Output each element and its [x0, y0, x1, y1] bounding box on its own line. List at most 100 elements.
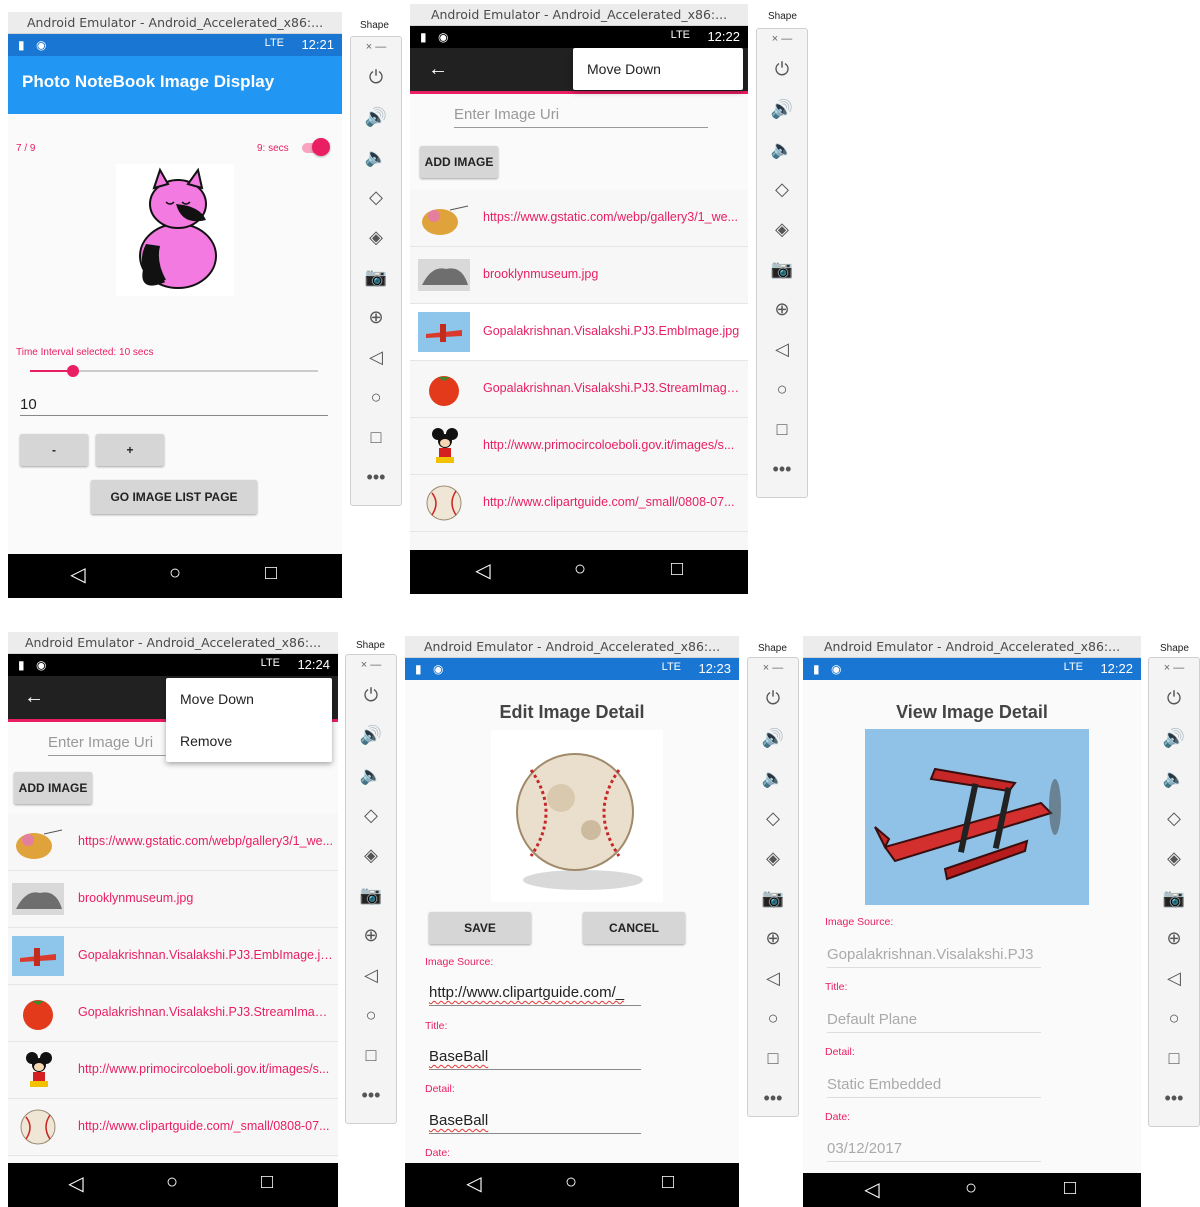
more-icon[interactable]: •••: [346, 1075, 396, 1115]
nav-back-icon[interactable]: ◁: [459, 1171, 489, 1196]
list-item[interactable]: Gopalakrishnan.Visalakshi.PJ3.StreamImag…: [410, 361, 748, 418]
toolbar-close-minimize[interactable]: × —: [351, 37, 401, 57]
nav-home-icon[interactable]: ○: [565, 558, 595, 581]
menu-item-move-down[interactable]: Move Down: [573, 48, 743, 90]
nav-back-icon[interactable]: ◁: [61, 1171, 91, 1196]
overview-icon[interactable]: □: [1149, 1038, 1199, 1078]
list-item[interactable]: https://www.gstatic.com/webp/gallery3/1_…: [8, 814, 338, 871]
nav-home-icon[interactable]: ○: [157, 1171, 187, 1194]
nav-back-icon[interactable]: ◁: [63, 562, 93, 587]
rotate-left-icon[interactable]: ◇: [757, 169, 807, 209]
back-arrow-icon[interactable]: ←: [428, 58, 448, 81]
menu-item-remove[interactable]: Remove: [166, 720, 332, 762]
volume-down-icon[interactable]: 🔈: [1149, 758, 1199, 798]
more-icon[interactable]: •••: [748, 1078, 798, 1118]
rotate-right-icon[interactable]: ◈: [351, 217, 401, 257]
rotate-left-icon[interactable]: ◇: [748, 798, 798, 838]
interval-slider[interactable]: [30, 364, 318, 378]
overview-icon[interactable]: □: [351, 417, 401, 457]
more-icon[interactable]: •••: [757, 449, 807, 489]
volume-up-icon[interactable]: 🔊: [757, 89, 807, 129]
nav-home-icon[interactable]: ○: [556, 1171, 586, 1194]
camera-icon[interactable]: 📷: [748, 878, 798, 918]
image-source-field[interactable]: http://www.clipartguide.com/_: [429, 984, 641, 1006]
list-item[interactable]: brooklynmuseum.jpg: [8, 871, 338, 928]
toolbar-close-minimize[interactable]: × —: [346, 655, 396, 675]
volume-up-icon[interactable]: 🔊: [346, 715, 396, 755]
back-icon[interactable]: ◁: [757, 329, 807, 369]
overview-icon[interactable]: □: [346, 1035, 396, 1075]
menu-item-move-down[interactable]: Move Down: [166, 678, 332, 720]
volume-down-icon[interactable]: 🔈: [351, 137, 401, 177]
more-icon[interactable]: •••: [351, 457, 401, 497]
home-icon[interactable]: ○: [748, 998, 798, 1038]
power-icon[interactable]: ⏻: [1149, 678, 1199, 718]
overview-icon[interactable]: □: [748, 1038, 798, 1078]
home-icon[interactable]: ○: [351, 377, 401, 417]
zoom-icon[interactable]: ⊕: [346, 915, 396, 955]
rotate-left-icon[interactable]: ◇: [351, 177, 401, 217]
toolbar-close-minimize[interactable]: × —: [1149, 658, 1199, 678]
nav-recent-icon[interactable]: □: [256, 562, 286, 585]
zoom-icon[interactable]: ⊕: [1149, 918, 1199, 958]
home-icon[interactable]: ○: [346, 995, 396, 1035]
volume-up-icon[interactable]: 🔊: [748, 718, 798, 758]
list-item[interactable]: Gopalakrishnan.Visalakshi.PJ3.StreamImag…: [8, 985, 338, 1042]
camera-icon[interactable]: 📷: [346, 875, 396, 915]
interval-entry[interactable]: 10: [20, 396, 328, 416]
volume-up-icon[interactable]: 🔊: [1149, 718, 1199, 758]
back-icon[interactable]: ◁: [351, 337, 401, 377]
camera-icon[interactable]: 📷: [757, 249, 807, 289]
volume-up-icon[interactable]: 🔊: [351, 97, 401, 137]
minus-button[interactable]: -: [20, 434, 88, 466]
power-icon[interactable]: ⏻: [757, 49, 807, 89]
list-item[interactable]: Gopalakrishnan.Visalakshi.PJ3.EmbImage.j…: [410, 304, 748, 361]
home-icon[interactable]: ○: [1149, 998, 1199, 1038]
back-icon[interactable]: ◁: [346, 955, 396, 995]
back-icon[interactable]: ◁: [1149, 958, 1199, 998]
image-uri-input[interactable]: Enter Image Uri: [48, 734, 166, 756]
camera-icon[interactable]: 📷: [351, 257, 401, 297]
rotate-right-icon[interactable]: ◈: [346, 835, 396, 875]
list-item[interactable]: http://www.primocircoloeboli.gov.it/imag…: [410, 418, 748, 475]
rotate-right-icon[interactable]: ◈: [757, 209, 807, 249]
power-icon[interactable]: ⏻: [351, 57, 401, 97]
nav-home-icon[interactable]: ○: [160, 562, 190, 585]
camera-icon[interactable]: 📷: [1149, 878, 1199, 918]
list-item[interactable]: Gopalakrishnan.Visalakshi.PJ3.EmbImage.j…: [8, 928, 338, 985]
rotate-right-icon[interactable]: ◈: [748, 838, 798, 878]
zoom-icon[interactable]: ⊕: [757, 289, 807, 329]
list-item[interactable]: brooklynmuseum.jpg: [410, 247, 748, 304]
nav-recent-icon[interactable]: □: [653, 1171, 683, 1194]
list-item[interactable]: http://www.clipartguide.com/_small/0808-…: [8, 1099, 338, 1156]
power-icon[interactable]: ⏻: [748, 678, 798, 718]
back-arrow-icon[interactable]: ←: [24, 686, 44, 709]
power-icon[interactable]: ⏻: [346, 675, 396, 715]
volume-down-icon[interactable]: 🔈: [748, 758, 798, 798]
more-icon[interactable]: •••: [1149, 1078, 1199, 1118]
toolbar-close-minimize[interactable]: × —: [757, 29, 807, 49]
home-icon[interactable]: ○: [757, 369, 807, 409]
save-button[interactable]: SAVE: [429, 912, 531, 944]
rotate-right-icon[interactable]: ◈: [1149, 838, 1199, 878]
nav-recent-icon[interactable]: □: [1055, 1177, 1085, 1200]
volume-down-icon[interactable]: 🔈: [757, 129, 807, 169]
nav-recent-icon[interactable]: □: [662, 558, 692, 581]
toolbar-close-minimize[interactable]: × —: [748, 658, 798, 678]
detail-field[interactable]: BaseBall: [429, 1112, 641, 1134]
list-item[interactable]: https://www.gstatic.com/webp/gallery3/1_…: [410, 190, 748, 247]
zoom-icon[interactable]: ⊕: [748, 918, 798, 958]
zoom-icon[interactable]: ⊕: [351, 297, 401, 337]
nav-back-icon[interactable]: ◁: [468, 558, 498, 583]
nav-home-icon[interactable]: ○: [956, 1177, 986, 1200]
volume-down-icon[interactable]: 🔈: [346, 755, 396, 795]
image-uri-input[interactable]: Enter Image Uri: [454, 106, 708, 128]
plus-button[interactable]: +: [96, 434, 164, 466]
nav-recent-icon[interactable]: □: [252, 1171, 282, 1194]
add-image-button[interactable]: ADD IMAGE: [14, 772, 92, 804]
nav-back-icon[interactable]: ◁: [857, 1177, 887, 1202]
go-image-list-button[interactable]: GO IMAGE LIST PAGE: [91, 480, 257, 514]
add-image-button[interactable]: ADD IMAGE: [420, 146, 498, 178]
rotate-left-icon[interactable]: ◇: [1149, 798, 1199, 838]
list-item[interactable]: http://www.clipartguide.com/_small/0808-…: [410, 475, 748, 532]
